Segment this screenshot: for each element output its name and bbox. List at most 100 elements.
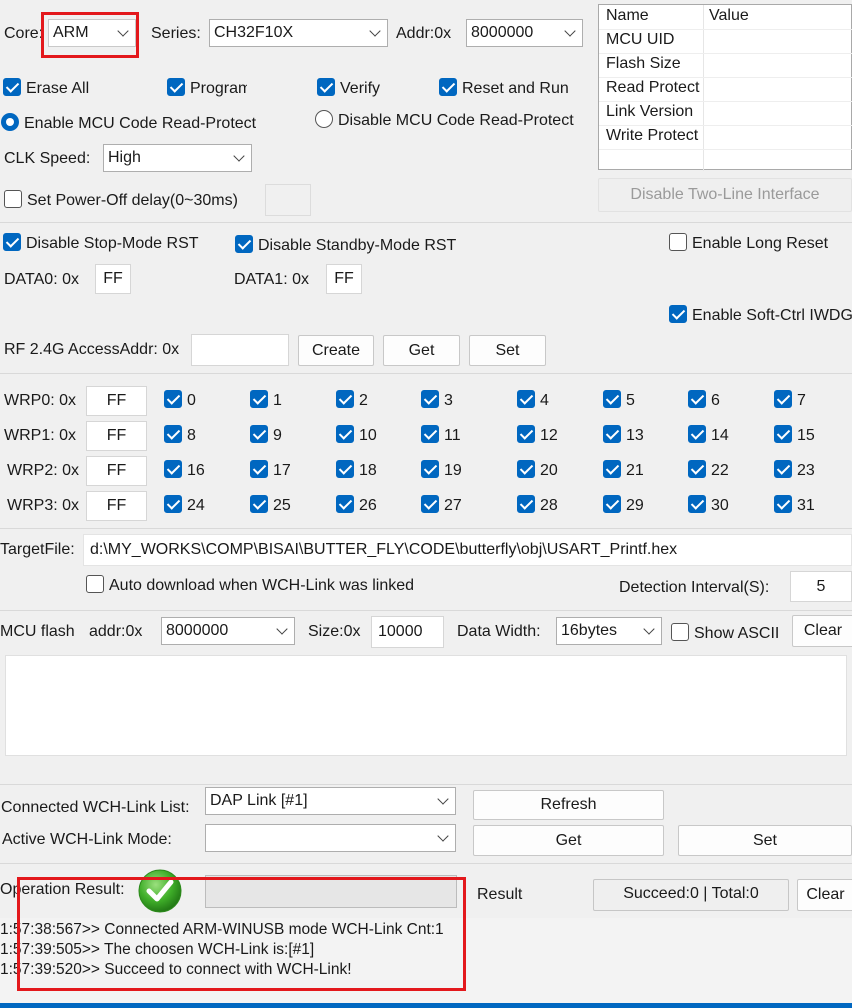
wrp-bit-checkbox[interactable]: 7 [774, 389, 806, 412]
wrp-bit-label: 15 [797, 427, 815, 444]
program-checkbox[interactable]: Program [167, 78, 247, 100]
flash-clear-button[interactable]: Clear [792, 615, 852, 647]
wrp-bit-label: 18 [359, 462, 377, 479]
check-icon [517, 459, 535, 478]
series-select[interactable]: CH32F10X [209, 19, 388, 47]
wrp-bit-checkbox[interactable]: 27 [421, 494, 462, 517]
enable-soft-iwdg-checkbox[interactable]: Enable Soft-Ctrl IWDG [669, 305, 852, 327]
rf-get-button[interactable]: Get [383, 335, 460, 366]
create-button[interactable]: Create [298, 335, 374, 366]
checkbox-empty-icon [671, 622, 689, 641]
chevron-down-icon [369, 25, 381, 37]
header-value: Value [709, 7, 749, 24]
flash-size-input[interactable]: 10000 [371, 616, 444, 648]
wrp-bit-checkbox[interactable]: 1 [250, 389, 282, 412]
table-row[interactable]: Link Version [599, 101, 852, 126]
wrp-bit-checkbox[interactable]: 30 [688, 494, 729, 517]
refresh-button[interactable]: Refresh [473, 790, 664, 820]
wrp-bit-checkbox[interactable]: 24 [164, 494, 205, 517]
disable-stop-rst-checkbox[interactable]: Disable Stop-Mode RST [3, 232, 199, 255]
wrp-bit-checkbox[interactable]: 9 [250, 424, 282, 447]
wrp-bit-checkbox[interactable]: 8 [164, 424, 196, 447]
target-file-label: TargetFile: [0, 541, 75, 558]
link-set-button[interactable]: Set [678, 825, 852, 856]
wrp-value-input[interactable]: FF [86, 456, 147, 486]
erase-all-checkbox[interactable]: Erase All [3, 77, 90, 100]
link-get-button[interactable]: Get [473, 825, 664, 856]
row-name: Read Protect [606, 79, 700, 96]
auto-download-checkbox[interactable]: Auto download when WCH-Link was linked [86, 574, 415, 597]
power-off-delay-checkbox[interactable]: Set Power-Off delay(0~30ms) [4, 189, 238, 212]
wrp-bit-checkbox[interactable]: 18 [336, 459, 377, 482]
wrp-bit-checkbox[interactable]: 11 [421, 424, 461, 447]
rf-set-button[interactable]: Set [469, 335, 546, 366]
enable-read-protect-radio[interactable]: Enable MCU Code Read-Protect [1, 112, 256, 135]
wrp-bit-checkbox[interactable]: 6 [688, 389, 720, 412]
wrp-bit-checkbox[interactable]: 19 [421, 459, 462, 482]
wrp-bit-checkbox[interactable]: 31 [774, 494, 815, 517]
reset-and-run-checkbox[interactable]: Reset and Run [439, 77, 569, 100]
core-select[interactable]: ARM [48, 19, 136, 47]
wrp-bit-label: 17 [273, 462, 291, 479]
rf-access-addr-input[interactable] [191, 334, 289, 366]
data0-input[interactable]: FF [95, 264, 131, 294]
disable-two-line-button[interactable]: Disable Two-Line Interface [598, 178, 852, 212]
addr-select[interactable]: 8000000 [466, 19, 583, 47]
wrp-bit-checkbox[interactable]: 17 [250, 459, 291, 482]
wrp-bit-checkbox[interactable]: 29 [603, 494, 644, 517]
check-icon [336, 459, 354, 478]
enable-long-reset-checkbox[interactable]: Enable Long Reset [669, 232, 828, 255]
data-width-select[interactable]: 16bytes [556, 617, 662, 645]
verify-checkbox[interactable]: Verify [317, 77, 380, 100]
flash-size-label: Size:0x [308, 623, 361, 640]
wrp-bit-checkbox[interactable]: 21 [603, 459, 644, 482]
wrp-bit-checkbox[interactable]: 10 [336, 424, 377, 447]
wrp-bit-checkbox[interactable]: 0 [164, 389, 196, 412]
wrp-bit-checkbox[interactable]: 12 [517, 424, 558, 447]
check-icon [235, 234, 253, 253]
wrp-bit-checkbox[interactable]: 14 [688, 424, 729, 447]
log-output[interactable]: 1:57:38:567>> Connected ARM-WINUSB mode … [0, 918, 852, 1008]
link-list-select[interactable]: DAP Link [#1] [205, 787, 456, 815]
wrp-bit-checkbox[interactable]: 3 [421, 389, 453, 412]
link-mode-select[interactable] [205, 824, 456, 852]
wrp-bit-checkbox[interactable]: 13 [603, 424, 644, 447]
wrp-bit-checkbox[interactable]: 4 [517, 389, 549, 412]
check-icon [336, 389, 354, 408]
wrp-bit-checkbox[interactable]: 22 [688, 459, 729, 482]
detection-interval-input[interactable]: 5 [790, 571, 852, 602]
wrp-bit-checkbox[interactable]: 20 [517, 459, 558, 482]
erase-all-label: Erase All [26, 80, 90, 97]
flash-addr-select[interactable]: 8000000 [161, 617, 295, 645]
target-file-input[interactable]: d:\MY_WORKS\COMP\BISAI\BUTTER_FLY\CODE\b… [83, 534, 852, 566]
wrp-value-input[interactable]: FF [86, 386, 147, 416]
data1-input[interactable]: FF [326, 264, 362, 294]
auto-download-label: Auto download when WCH-Link was linked [109, 577, 415, 594]
wrp-bit-checkbox[interactable]: 23 [774, 459, 815, 482]
power-off-delay-input[interactable] [265, 184, 311, 216]
table-row[interactable]: MCU UID [599, 29, 852, 54]
wrp-bit-label: 7 [797, 392, 806, 409]
wrp-bit-checkbox[interactable]: 25 [250, 494, 291, 517]
wrp-bit-checkbox[interactable]: 26 [336, 494, 377, 517]
wrp-bit-checkbox[interactable]: 5 [603, 389, 635, 412]
flash-data-view[interactable] [5, 655, 847, 756]
wrp-value-input[interactable]: FF [86, 491, 147, 521]
wrp-bit-checkbox[interactable]: 28 [517, 494, 558, 517]
wrp-bit-checkbox[interactable]: 16 [164, 459, 205, 482]
clk-speed-select[interactable]: High [103, 144, 252, 172]
table-row[interactable]: Flash Size [599, 53, 852, 78]
disable-read-protect-radio[interactable]: Disable MCU Code Read-Protect [315, 109, 574, 132]
result-clear-button[interactable]: Clear [797, 879, 852, 911]
wrp-label: WRP0: 0x [4, 392, 77, 409]
check-icon [669, 305, 687, 323]
wrp-bit-checkbox[interactable]: 2 [336, 389, 368, 412]
table-row[interactable]: Write Protect [599, 125, 852, 150]
wrp-value-input[interactable]: FF [86, 421, 147, 451]
show-ascii-checkbox[interactable]: Show ASCII [671, 622, 779, 645]
disable-standby-rst-checkbox[interactable]: Disable Standby-Mode RST [235, 234, 456, 257]
table-row[interactable]: Read Protect [599, 77, 852, 102]
wrp-bit-label: 30 [711, 497, 729, 514]
wrp-bit-checkbox[interactable]: 15 [774, 424, 815, 447]
check-icon [3, 232, 21, 251]
